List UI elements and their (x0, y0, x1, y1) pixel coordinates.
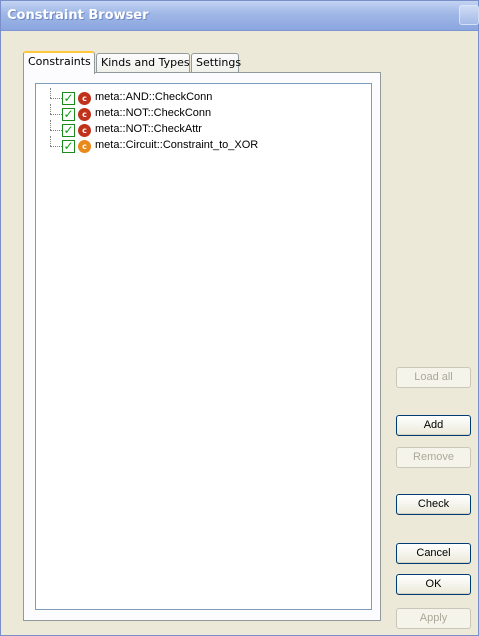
constraint-tree[interactable]: ✓ c meta::AND::CheckConn ✓ c meta::NOT::… (35, 83, 372, 610)
tab-constraints[interactable]: Constraints (23, 51, 95, 74)
check-button[interactable]: Check (396, 494, 471, 515)
checkbox-checked-icon[interactable]: ✓ (62, 140, 75, 153)
constraint-browser-window: Constraint Browser Constraints Kinds and… (0, 0, 479, 636)
checkbox-checked-icon[interactable]: ✓ (62, 92, 75, 105)
load-all-button[interactable]: Load all (396, 367, 471, 388)
tree-item-label: meta::Circuit::Constraint_to_XOR (95, 139, 259, 151)
cancel-button[interactable]: Cancel (396, 543, 471, 564)
tree-item[interactable]: ✓ c meta::NOT::CheckAttr (36, 120, 371, 138)
constraint-c-icon: c (78, 108, 91, 121)
tab-kinds-and-types[interactable]: Kinds and Types (96, 53, 190, 73)
tree-item-label: meta::NOT::CheckConn (95, 107, 212, 119)
tree-item[interactable]: ✓ c meta::Circuit::Constraint_to_XOR (36, 136, 371, 154)
tree-item-label: meta::AND::CheckConn (95, 91, 213, 103)
checkbox-checked-icon[interactable]: ✓ (62, 124, 75, 137)
checkbox-checked-icon[interactable]: ✓ (62, 108, 75, 121)
add-button[interactable]: Add (396, 415, 471, 436)
window-title: Constraint Browser (7, 8, 149, 23)
close-icon[interactable] (459, 5, 479, 25)
tab-settings[interactable]: Settings (191, 53, 241, 73)
tree-item[interactable]: ✓ c meta::NOT::CheckConn (36, 104, 371, 122)
constraints-panel: ✓ c meta::AND::CheckConn ✓ c meta::NOT::… (23, 72, 381, 621)
constraint-c-icon: c (78, 124, 91, 137)
apply-button[interactable]: Apply (396, 608, 471, 629)
tree-item-label: meta::NOT::CheckAttr (95, 123, 202, 135)
ok-button[interactable]: OK (396, 574, 471, 595)
tree-item[interactable]: ✓ c meta::AND::CheckConn (36, 88, 371, 106)
remove-button[interactable]: Remove (396, 447, 471, 468)
constraint-c-icon: c (78, 140, 91, 153)
title-bar[interactable]: Constraint Browser (1, 1, 479, 31)
constraint-c-icon: c (78, 92, 91, 105)
